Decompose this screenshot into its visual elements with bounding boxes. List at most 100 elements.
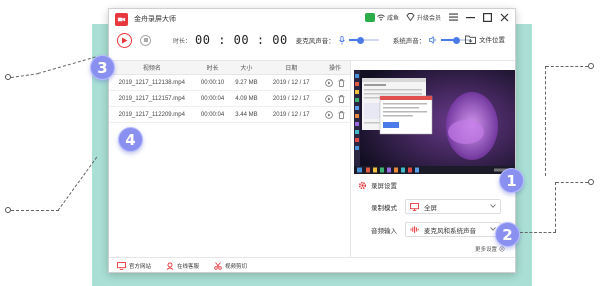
gear-icon xyxy=(358,181,367,189)
official-website-link[interactable]: 官方网站 xyxy=(117,262,151,270)
close-button[interactable] xyxy=(499,12,509,22)
scissors-icon xyxy=(214,262,222,270)
settings-panel: 录屏设置 录制模式 全屏 音频输入 麦克风和系统声音 更多设置 xyxy=(352,61,515,258)
official-website-label: 官方网站 xyxy=(129,264,152,270)
stop-button[interactable] xyxy=(140,34,151,46)
file-duration: 00:00:10 xyxy=(200,79,225,86)
speaker-icon[interactable] xyxy=(429,36,437,44)
stop-icon xyxy=(143,38,148,42)
mic-volume-group: 麦克风声音： xyxy=(296,35,379,45)
timer-label: 时长： xyxy=(173,38,192,45)
callout-dot-right-bottom xyxy=(588,179,594,185)
desktop-preview-image xyxy=(354,70,515,174)
callout-line xyxy=(10,73,39,78)
main-content: 视频名 时长 大小 日期 操作 2019_1217_112138.mp4 00:… xyxy=(109,60,515,258)
file-name: 2019_1217_112157.mp4 xyxy=(118,95,185,102)
play-file-icon[interactable] xyxy=(325,78,333,87)
maximize-button[interactable] xyxy=(482,12,492,22)
file-date: 2019 / 12 / 17 xyxy=(272,95,310,102)
more-settings-label: 更多设置 xyxy=(474,247,497,253)
close-icon xyxy=(500,13,508,21)
file-duration: 00:00:04 xyxy=(200,111,225,118)
file-date: 2019 / 12 / 17 xyxy=(272,111,310,118)
record-mode-row: 录制模式 全屏 xyxy=(352,199,515,214)
website-icon xyxy=(117,262,126,270)
col-header-date: 日期 xyxy=(285,66,298,72)
slider-handle[interactable] xyxy=(452,36,460,44)
file-location-button[interactable]: 文件位置 xyxy=(465,34,505,44)
file-size: 9.27 MB xyxy=(235,79,258,86)
system-volume-group: 系统声音： xyxy=(393,35,472,45)
callout-line xyxy=(11,210,59,211)
table-row[interactable]: 2019_1217_112209.mp4 00:00:04 3.44 MB 20… xyxy=(109,107,350,123)
menu-button[interactable] xyxy=(448,12,458,22)
audio-input-select[interactable]: 麦克风和系统声音 xyxy=(405,222,501,237)
app-title: 金舟录屏大师 xyxy=(134,16,176,23)
minimize-icon xyxy=(465,17,475,19)
file-size: 4.09 MB xyxy=(235,95,258,102)
wifi-icon xyxy=(377,14,385,20)
upgrade-label: 升级会员 xyxy=(416,15,441,22)
screen-preview xyxy=(354,70,515,174)
video-editor-link[interactable]: 视频剪切 xyxy=(214,262,247,270)
callout-badge-1: 1 xyxy=(499,168,524,193)
settings-title: 录屏设置 xyxy=(371,183,397,190)
settings-header: 录屏设置 xyxy=(352,178,515,192)
upgrade-button[interactable]: 升级会员 xyxy=(406,13,441,22)
callout-line xyxy=(520,232,556,233)
app-window: 金舟录屏大师 咸鱼 升级会员 时长： 00: 00: 00 麦克风声音： 系… xyxy=(108,8,516,273)
support-icon xyxy=(166,262,174,270)
delete-icon[interactable] xyxy=(338,94,345,103)
callout-line xyxy=(556,182,588,183)
diamond-icon xyxy=(406,13,415,21)
play-file-icon[interactable] xyxy=(325,110,333,119)
username: 咸鱼 xyxy=(386,15,399,22)
callout-badge-4: 4 xyxy=(118,127,143,152)
mic-volume-label: 麦克风声音： xyxy=(295,38,335,45)
footer: 官方网站 在线客服 视频剪切 xyxy=(109,257,515,272)
record-mode-select[interactable]: 全屏 xyxy=(405,199,501,214)
delete-icon[interactable] xyxy=(338,78,345,87)
video-list: 视频名 时长 大小 日期 操作 2019_1217_112138.mp4 00:… xyxy=(109,61,351,258)
file-location-label: 文件位置 xyxy=(479,37,505,44)
callout-line xyxy=(545,66,546,176)
user-account[interactable]: 咸鱼 xyxy=(364,12,399,22)
table-row[interactable]: 2019_1217_112157.mp4 00:00:04 4.09 MB 20… xyxy=(109,91,350,107)
online-service-label: 在线客服 xyxy=(177,264,200,270)
table-row[interactable]: 2019_1217_112138.mp4 00:00:10 9.27 MB 20… xyxy=(109,75,350,91)
maximize-icon xyxy=(482,12,492,22)
minimize-button[interactable] xyxy=(465,12,475,22)
system-volume-label: 系统声音： xyxy=(392,38,426,45)
delete-icon[interactable] xyxy=(338,110,345,119)
audio-input-row: 音频输入 麦克风和系统声音 xyxy=(352,222,515,237)
online-service-link[interactable]: 在线客服 xyxy=(166,262,199,270)
toolbar: 时长： 00 : 00 : 00 麦克风声音： 系统声音： 文件位置 xyxy=(109,29,515,51)
record-mode-label: 录制模式 xyxy=(371,204,397,212)
play-file-icon[interactable] xyxy=(325,94,333,103)
record-button[interactable] xyxy=(117,32,132,48)
callout-badge-3: 3 xyxy=(90,55,115,80)
microphone-icon[interactable] xyxy=(338,35,345,45)
monitor-icon xyxy=(410,202,419,211)
callout-line xyxy=(546,66,588,67)
settings-cog-icon xyxy=(499,246,505,252)
mic-volume-slider[interactable] xyxy=(348,36,379,44)
slider-handle[interactable] xyxy=(357,36,365,44)
col-header-actions: 操作 xyxy=(329,66,342,72)
timer-value: 00 : 00 : 00 xyxy=(195,33,288,47)
video-editor-label: 视频剪切 xyxy=(225,264,248,270)
callout-line xyxy=(555,182,556,232)
audio-wave-icon xyxy=(410,226,419,233)
wechat-icon xyxy=(364,12,375,22)
table-header: 视频名 时长 大小 日期 操作 xyxy=(109,61,350,75)
chevron-down-icon xyxy=(490,204,496,208)
file-name: 2019_1217_112138.mp4 xyxy=(118,79,185,86)
file-name: 2019_1217_112209.mp4 xyxy=(118,111,185,118)
app-logo-icon xyxy=(115,12,128,26)
record-mode-value: 全屏 xyxy=(424,204,437,212)
audio-input-value: 麦克风和系统声音 xyxy=(424,227,476,235)
more-settings-link[interactable]: 更多设置 xyxy=(475,245,505,253)
play-icon xyxy=(122,37,128,43)
callout-line xyxy=(37,56,96,74)
audio-input-label: 音频输入 xyxy=(371,227,397,235)
